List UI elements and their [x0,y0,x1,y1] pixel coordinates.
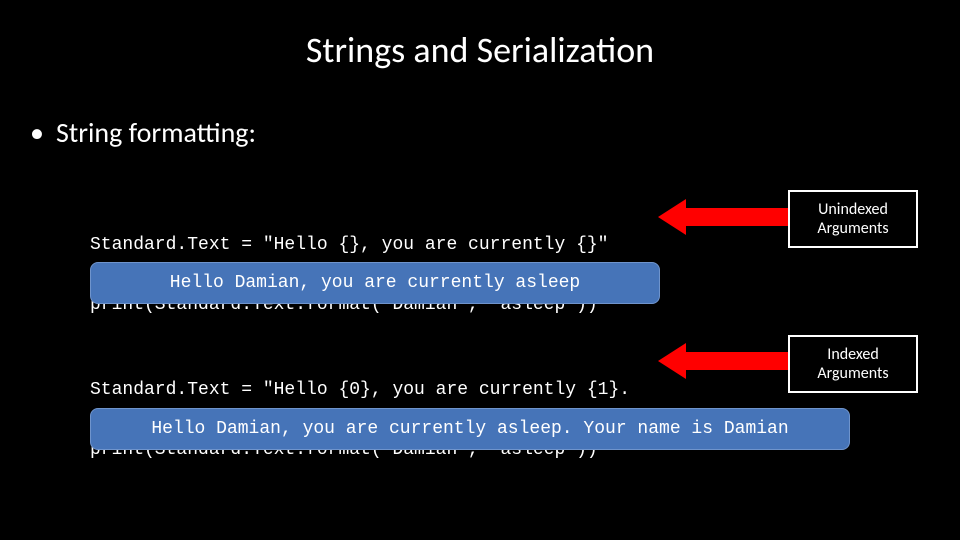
slide: Strings and Serialization • String forma… [0,0,960,540]
arrow-head-icon [658,199,686,235]
code-line: Standard.Text = "Hello {}, you are curre… [90,235,608,255]
label-indexed: Indexed Arguments [788,335,918,393]
arrow-body [684,208,788,226]
result-unindexed: Hello Damian, you are currently asleep [90,262,660,304]
result-indexed: Hello Damian, you are currently asleep. … [90,408,850,450]
slide-title: Strings and Serialization [0,28,960,72]
label-line: Indexed [804,345,902,364]
bullet-text: String formatting: [56,115,256,150]
bullet-dot-icon: • [30,115,44,150]
arrow-body [684,352,788,370]
label-unindexed: Unindexed Arguments [788,190,918,248]
label-line: Arguments [804,219,902,238]
label-line: Unindexed [804,200,902,219]
arrow-head-icon [658,343,686,379]
label-line: Arguments [804,364,902,383]
code-line: Standard.Text = "Hello {0}, you are curr… [90,380,630,400]
bullet-item: • String formatting: [30,115,256,150]
